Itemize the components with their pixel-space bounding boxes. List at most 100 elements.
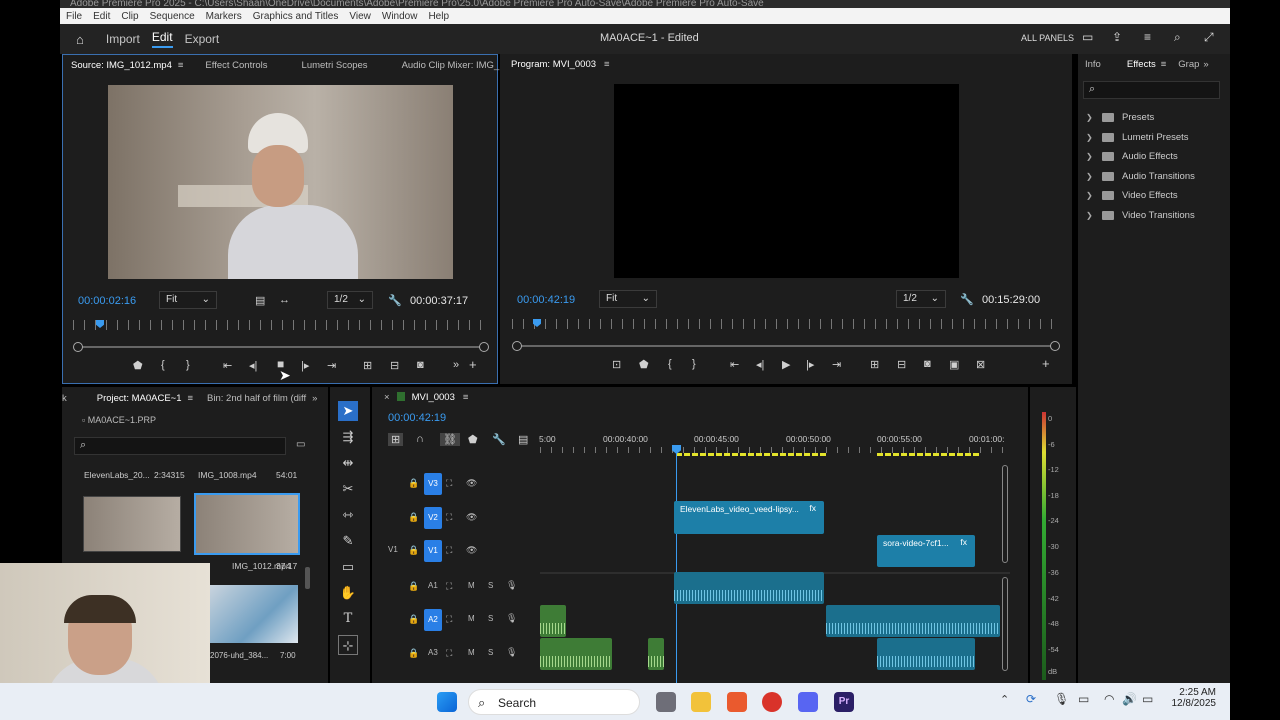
effects-item-lumetri-presets[interactable]: ❯ Lumetri Presets [1078, 128, 1230, 148]
video-scrollbar[interactable] [1002, 465, 1008, 563]
menu-markers[interactable]: Markers [206, 11, 242, 22]
tab-effects[interactable]: Effects [1127, 59, 1156, 70]
effects-item-presets[interactable]: ❯ Presets [1078, 108, 1230, 128]
mute-button[interactable]: M [468, 648, 475, 657]
overwrite-icon[interactable]: ⊟ [390, 359, 399, 372]
sync-lock-icon[interactable]: ⛶ [446, 648, 452, 659]
mic-icon[interactable]: 🎙 [506, 580, 517, 591]
volume-icon[interactable]: 🔊 [1122, 692, 1137, 706]
clip-a3-audio[interactable] [877, 638, 975, 670]
razor-tool-icon[interactable]: ✂ [338, 479, 358, 499]
track-target-v3[interactable]: V3 [424, 473, 442, 495]
selection-tool-icon[interactable]: ➤ [338, 401, 358, 421]
track-target-a1[interactable]: A1 [428, 581, 438, 590]
tab-effect-controls[interactable]: Effect Controls [205, 60, 267, 71]
add-marker-icon[interactable]: ⬟ [133, 359, 143, 372]
panel-layout-icon[interactable]: ▭ [1082, 30, 1093, 44]
menu-sequence[interactable]: Sequence [150, 11, 195, 22]
program-zoom-scrollbar[interactable] [512, 341, 1060, 351]
program-lift-icon[interactable]: ⊞ [870, 358, 879, 371]
project-overflow-icon[interactable]: » [312, 393, 317, 404]
solo-button[interactable]: S [488, 648, 493, 657]
caption-tool-icon[interactable]: ⊹ [338, 635, 358, 655]
program-button-editor-icon[interactable]: + [1042, 356, 1050, 371]
ripple-edit-tool-icon[interactable]: ⇹ [338, 453, 358, 473]
timeline-marker-icon[interactable]: ⬟ [468, 433, 478, 446]
pen-tool-icon[interactable]: ✎ [338, 531, 358, 551]
clip-a3-music[interactable] [648, 638, 664, 670]
project-thumbnail-selected[interactable] [194, 493, 300, 555]
go-to-in-icon[interactable]: ⇤ [223, 359, 232, 372]
captions-icon[interactable]: ▤ [518, 433, 528, 446]
insert-icon[interactable]: ⊞ [363, 359, 372, 372]
program-mark-in-icon[interactable]: { [668, 358, 672, 370]
program-marker-icon[interactable]: ⬟ [639, 358, 649, 371]
program-res-select[interactable]: 1/2 ⌄ [896, 290, 946, 308]
tab-bin[interactable]: Bin: 2nd half of film (diff [207, 393, 306, 404]
source-patch-v1[interactable]: V1 [388, 545, 398, 554]
battery-icon[interactable]: ▭ [1142, 692, 1153, 706]
eye-icon[interactable]: 👁 [466, 478, 477, 489]
lock-icon[interactable]: 🔒 [408, 581, 419, 592]
track-target-v2[interactable]: V2 [424, 507, 442, 529]
new-bin-icon[interactable]: ▭ [296, 439, 305, 450]
clip-a2-music[interactable] [540, 605, 566, 637]
import-tab[interactable]: Import [106, 32, 140, 46]
lift-icon[interactable]: ⊡ [612, 358, 621, 371]
program-export-frame-icon[interactable]: ◙ [924, 358, 931, 370]
tab-audio-clip-mixer[interactable]: Audio Clip Mixer: IMG_1 [402, 60, 505, 71]
sync-icon[interactable]: ⟳ [1026, 692, 1036, 706]
program-extract-icon[interactable]: ⊟ [897, 358, 906, 371]
file-explorer-icon[interactable] [691, 692, 711, 712]
effects-item-audio-effects[interactable]: ❯ Audio Effects [1078, 147, 1230, 167]
comparison-view-icon[interactable]: ▣ [949, 358, 959, 371]
multicam-icon[interactable]: ⊠ [976, 358, 985, 371]
sync-lock-icon[interactable]: ⛶ [446, 545, 452, 556]
taskbar-clock[interactable]: 2:25 AM 12/8/2025 [1168, 687, 1217, 709]
project-scrollbar[interactable] [305, 567, 310, 589]
hamburger-icon[interactable]: ≡ [1144, 30, 1151, 44]
tab-source[interactable]: Source: IMG_1012.mp4 [71, 60, 172, 71]
discord-icon[interactable] [798, 692, 818, 712]
track-target-v1[interactable]: V1 [424, 540, 442, 562]
program-timecode[interactable]: 00:00:42:19 [517, 294, 575, 306]
source-fit-select[interactable]: Fit ⌄ [159, 291, 217, 309]
effects-overflow-icon[interactable]: » [1203, 59, 1208, 70]
lock-icon[interactable]: 🔒 [408, 545, 419, 556]
eye-icon[interactable]: 👁 [466, 512, 477, 523]
audio-scrollbar[interactable] [1002, 577, 1008, 671]
mute-button[interactable]: M [468, 581, 475, 590]
mark-out-icon[interactable]: } [186, 359, 190, 371]
solo-button[interactable]: S [488, 614, 493, 623]
tab-graphics[interactable]: Grap [1178, 59, 1199, 70]
sync-lock-icon[interactable]: ⛶ [446, 478, 452, 489]
premiere-pro-icon[interactable]: Pr [834, 692, 854, 712]
share-icon[interactable]: ⇪ [1112, 30, 1122, 44]
microphone-icon[interactable]: 🎙 [1054, 692, 1069, 706]
eye-icon[interactable]: 👁 [466, 545, 477, 556]
drag-video-icon[interactable]: ↔ [279, 294, 290, 306]
project-menu-icon[interactable]: ≡ [188, 393, 194, 404]
project-search-input[interactable]: ⌕ [74, 437, 286, 455]
rectangle-tool-icon[interactable]: ▭ [338, 557, 358, 577]
clip-v1-sora[interactable]: sora-video-7cf1... fx [877, 535, 975, 567]
program-go-in-icon[interactable]: ⇤ [730, 358, 739, 371]
project-thumbnail[interactable] [210, 585, 298, 643]
effects-item-video-effects[interactable]: ❯ Video Effects [1078, 186, 1230, 206]
effects-search-input[interactable]: ⌕ [1083, 81, 1220, 99]
mic-icon[interactable]: 🎙 [506, 613, 517, 624]
lock-icon[interactable]: 🔒 [408, 512, 419, 523]
fullscreen-icon[interactable]: ⤢ [1204, 30, 1214, 45]
export-tab[interactable]: Export [185, 32, 220, 46]
project-thumbnail[interactable] [83, 496, 181, 552]
source-res-select[interactable]: 1/2 ⌄ [327, 291, 373, 309]
snap-icon[interactable]: ∩ [416, 433, 424, 445]
chrome-icon[interactable] [762, 692, 782, 712]
menu-clip[interactable]: Clip [121, 11, 138, 22]
track-target-a3[interactable]: A3 [428, 648, 438, 657]
edit-tab[interactable]: Edit [151, 30, 173, 48]
mark-in-icon[interactable]: { [161, 359, 165, 371]
mute-button[interactable]: M [468, 614, 475, 623]
all-panels-button[interactable]: ALL PANELS [1021, 33, 1074, 43]
source-timecode[interactable]: 00:00:02:16 [78, 295, 136, 307]
